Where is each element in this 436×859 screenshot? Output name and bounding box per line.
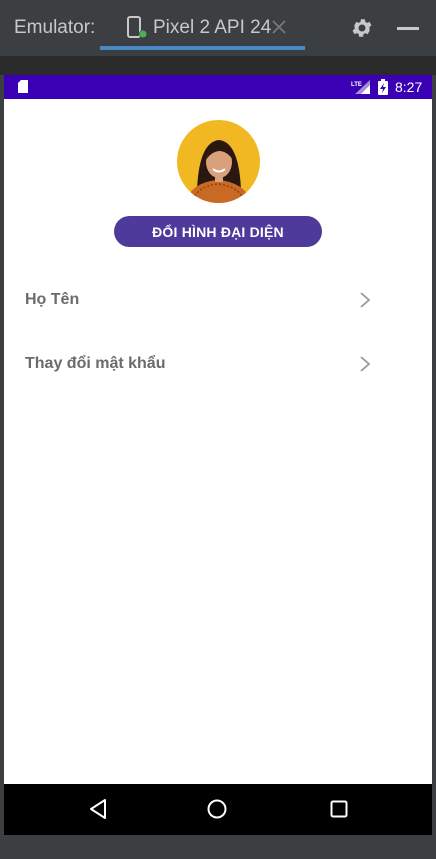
navigation-bar (4, 784, 432, 835)
lte-label: LTE (351, 82, 362, 88)
change-avatar-button[interactable]: ĐỔI HÌNH ĐẠI DIỆN (114, 216, 322, 247)
minimize-icon[interactable] (397, 27, 419, 30)
back-icon[interactable] (88, 798, 108, 820)
sd-card-icon (18, 80, 28, 93)
home-icon[interactable] (207, 799, 227, 819)
recents-icon[interactable] (330, 800, 348, 818)
phone-screen: LTE 8:27 ĐỔI HÌNH ĐẠI DIỆN Họ Tên Thay đ… (4, 75, 432, 835)
lte-signal-icon: LTE (351, 80, 370, 94)
close-icon[interactable] (270, 18, 288, 36)
emulator-tab-title: Pixel 2 API 24 (153, 17, 272, 38)
emulator-label: Emulator: (14, 17, 96, 38)
gear-icon[interactable] (350, 16, 374, 40)
emulator-bottom-bar (0, 835, 436, 859)
phone-device-icon (127, 16, 147, 38)
menu-item-label: Họ Tên (25, 291, 80, 308)
status-bar: LTE 8:27 (4, 75, 432, 99)
active-tab-indicator (100, 46, 305, 50)
menu-item-label: Thay đổi mật khẩu (25, 355, 166, 372)
avatar (177, 120, 260, 203)
emulator-toolbar: Emulator: Pixel 2 API 24 (0, 0, 436, 56)
chevron-right-icon (360, 356, 371, 372)
menu-item-full-name[interactable]: Họ Tên (4, 275, 432, 327)
battery-charging-icon (378, 79, 388, 95)
status-time: 8:27 (395, 79, 423, 95)
chevron-right-icon (360, 292, 371, 308)
menu-item-change-password[interactable]: Thay đổi mật khẩu (4, 339, 432, 391)
emulator-gap (0, 56, 436, 75)
